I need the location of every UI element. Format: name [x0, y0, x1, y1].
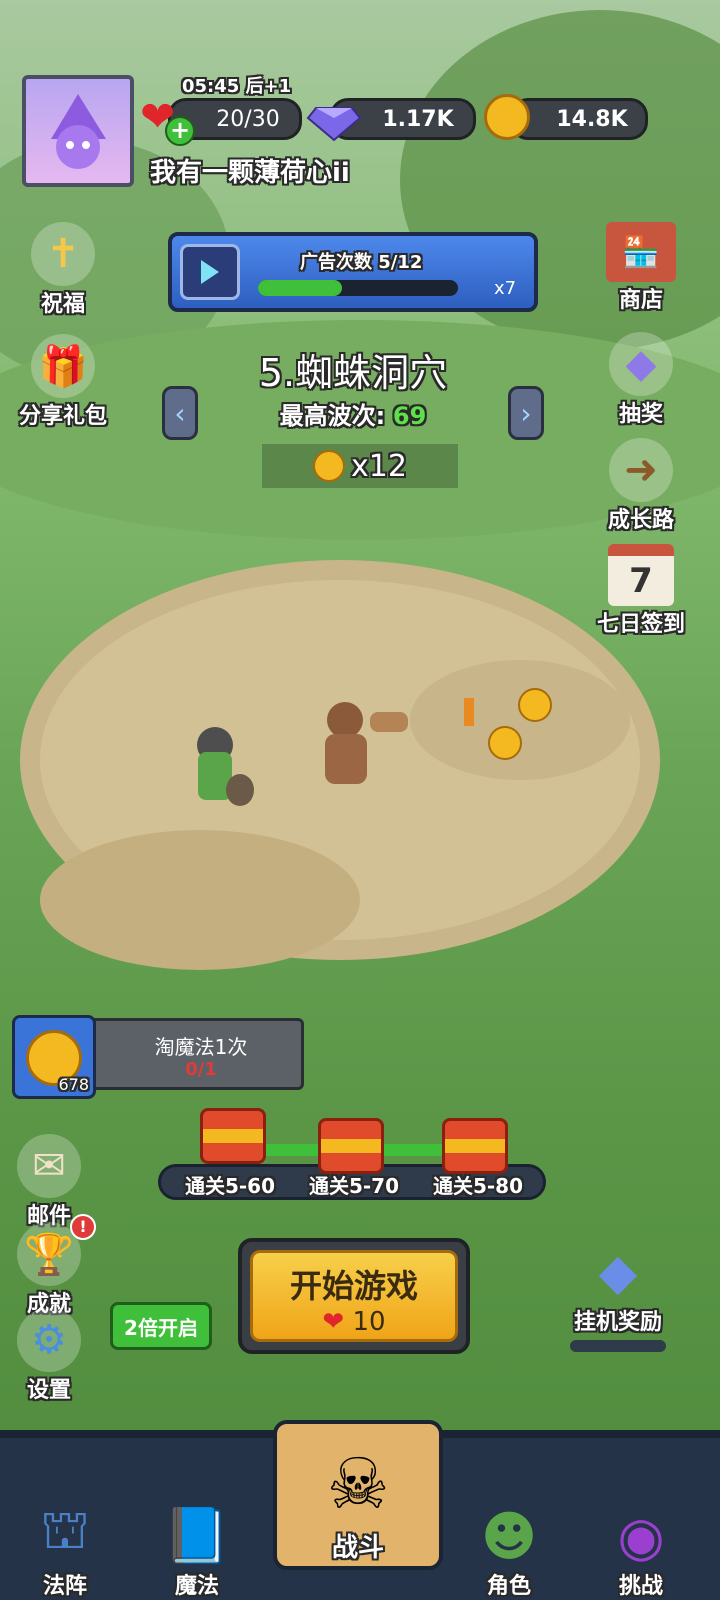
calendar-icon: 7 [608, 544, 674, 606]
nav-formation-label: 法阵 [42, 1574, 87, 1599]
ad-progress-track [258, 280, 458, 296]
growth-road-button[interactable]: ➜ 成长路 [586, 438, 696, 534]
stage-name: 5.蜘蛛洞穴 [258, 351, 448, 395]
magic-quest-count: 678 [58, 1075, 89, 1094]
player-name: 我有一颗薄荷心ii [150, 158, 350, 188]
treasure-chest-icon[interactable] [200, 1108, 266, 1164]
bottom-nav: ⛫ 法阵 📘 魔法 ☠ 战斗 ☻ 角色 ◉ 挑战 [0, 1420, 720, 1600]
game-screen: 05:45 后+1 20/30 ❤ + 1.17K 14.8K 我有一颗薄荷心i… [0, 0, 720, 1600]
stage-coin-reward: x12 [262, 444, 458, 488]
magic-quest-panel[interactable]: 678 淘魔法1次 0/1 [12, 1015, 304, 1099]
coin-spark [464, 698, 474, 726]
nav-magic-label: 魔法 [174, 1574, 219, 1599]
next-stage-arrow[interactable]: › [508, 386, 544, 440]
magic-quest-progress: 0/1 [185, 1059, 217, 1080]
coins-counter: 14.8K [510, 98, 648, 140]
nav-character[interactable]: ☻ 角色 [454, 1505, 564, 1600]
chest-label: 通关5-80 [432, 1174, 524, 1198]
avatar-character-icon [51, 94, 106, 169]
nav-formation[interactable]: ⛫ 法阵 [10, 1498, 120, 1600]
energy-value: 20/30 [216, 106, 280, 132]
ad-count-label: 广告次数 5/12 [300, 252, 423, 273]
magic-quest-icon: 678 [12, 1015, 96, 1099]
ad-progress-fill [258, 280, 342, 296]
shop-button[interactable]: 🏪 商店 [586, 222, 696, 314]
idle-reward-button[interactable]: ◆ 挂机奖励 [562, 1240, 674, 1352]
blessing-button[interactable]: ✝ 祝福 [8, 222, 118, 318]
shop-label: 商店 [618, 288, 663, 313]
seven-day-signin-label: 七日签到 [596, 612, 685, 637]
idle-reward-progress [570, 1340, 666, 1352]
lottery-label: 抽奖 [618, 402, 663, 427]
chest-label: 通关5-70 [308, 1174, 400, 1198]
nav-magic[interactable]: 📘 魔法 [142, 1504, 252, 1600]
blessing-label: 祝福 [40, 292, 85, 317]
watchtower-icon: ⛫ [40, 1498, 90, 1561]
player-avatar[interactable] [22, 75, 134, 187]
orc-head-icon: ☻ [480, 1505, 538, 1568]
settings-label: 设置 [26, 1378, 71, 1403]
crystal-icon: ◆ [598, 1243, 638, 1301]
growth-road-label: 成长路 [607, 508, 674, 533]
notification-badge-icon: ! [70, 1214, 96, 1240]
minotaur-sprite [325, 702, 408, 784]
nav-challenge[interactable]: ◉ 挑战 [586, 1505, 696, 1600]
treasure-chest-icon[interactable] [318, 1118, 384, 1174]
gem-icon [306, 107, 362, 142]
shop-icon: 🏪 [606, 222, 676, 282]
prev-stage-arrow[interactable]: ‹ [162, 386, 198, 440]
ad-multiplier: x7 [494, 278, 517, 299]
start-game-face: 开始游戏 ❤ 10 [250, 1250, 458, 1342]
crystal-icon: ◆ [609, 332, 673, 396]
heart-icon: ❤ [322, 1307, 345, 1337]
magic-quest-title: 淘魔法1次 [154, 1035, 248, 1059]
gift-icon: 🎁 [31, 334, 95, 398]
start-game-cost-value: 10 [352, 1307, 386, 1337]
cross-icon: ✝ [31, 222, 95, 286]
gear-icon: ⚙ [17, 1308, 81, 1372]
dropped-coin-icon [488, 726, 522, 760]
idle-reward-label: 挂机奖励 [573, 1310, 662, 1335]
coin-icon [313, 450, 346, 482]
coin-reward-value: x12 [351, 448, 407, 484]
settings-button[interactable]: ⚙ 设置 [0, 1308, 104, 1404]
ad-reward-panel[interactable]: 广告次数 5/12 x7 [168, 232, 538, 312]
add-energy-button[interactable]: + [165, 116, 195, 146]
seven-day-signin-button[interactable]: 7 七日签到 [586, 544, 696, 638]
start-game-button[interactable]: 开始游戏 ❤ 10 [238, 1238, 470, 1354]
spellbook-icon: 📘 [163, 1504, 231, 1567]
battle-scene [197, 702, 408, 806]
chest-label: 通关5-60 [184, 1174, 276, 1198]
coin-icon [484, 94, 530, 140]
best-wave-value: 69 [392, 402, 427, 430]
play-video-icon [180, 244, 240, 300]
best-wave-label: 最高波次: [279, 402, 386, 430]
gems-value: 1.17K [382, 106, 454, 132]
best-wave: 最高波次: 69 [200, 396, 506, 431]
portal-icon: ◉ [617, 1505, 665, 1568]
share-gift-label: 分享礼包 [18, 404, 107, 429]
start-game-label: 开始游戏 [289, 1267, 418, 1305]
start-game-cost: ❤ 10 [253, 1307, 455, 1337]
double-speed-button[interactable]: 2倍开启 [110, 1302, 212, 1350]
treasure-chest-icon[interactable] [442, 1118, 508, 1174]
coins-value: 14.8K [556, 106, 628, 132]
share-gift-button[interactable]: 🎁 分享礼包 [8, 334, 118, 430]
goblin-warrior-sprite [197, 727, 254, 806]
nav-challenge-label: 挑战 [618, 1574, 663, 1599]
energy-timer: 05:45 后+1 [182, 76, 292, 97]
envelope-icon: ✉ [17, 1134, 81, 1198]
nav-battle-label: 战斗 [331, 1533, 384, 1563]
signpost-icon: ➜ [609, 438, 673, 502]
nav-battle[interactable]: ☠ 战斗 [268, 1420, 448, 1600]
nav-character-label: 角色 [486, 1574, 531, 1599]
lottery-button[interactable]: ◆ 抽奖 [586, 332, 696, 428]
dropped-coin-icon [518, 688, 552, 722]
